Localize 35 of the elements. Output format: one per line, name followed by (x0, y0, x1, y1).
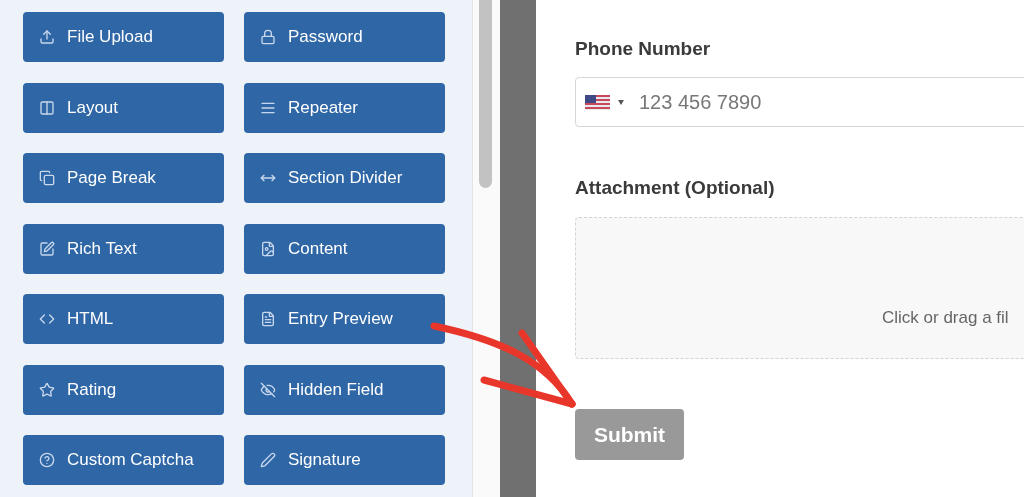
phone-input[interactable]: 123 456 7890 (639, 87, 939, 117)
field-button[interactable]: Rating (23, 364, 224, 415)
field-button[interactable]: Custom Captcha (23, 435, 224, 485)
pages-icon (39, 170, 55, 186)
caret-icon[interactable] (618, 99, 624, 105)
star-icon (39, 381, 55, 398)
columns-icon (39, 99, 55, 116)
code-icon (39, 311, 55, 327)
field-button[interactable]: Hidden Field (244, 364, 445, 415)
field-button[interactable]: Password (244, 12, 445, 62)
field-button[interactable]: Layout (23, 82, 224, 133)
field-button[interactable]: Content (244, 223, 445, 274)
phone-field[interactable]: 123 456 7890 (575, 77, 1024, 127)
field-button[interactable]: File Upload (23, 12, 224, 62)
field-label: Attachment (Optional) (575, 176, 776, 198)
question-icon (39, 452, 55, 468)
eye-slash-icon (260, 381, 276, 398)
document-icon (260, 311, 276, 327)
flag-icon (585, 94, 610, 110)
field-button[interactable]: HTML (23, 294, 224, 344)
scrollbar-thumb[interactable] (479, 0, 492, 188)
field-button[interactable]: Page Break (23, 153, 224, 203)
image-file-icon (260, 240, 276, 257)
file-drop-zone[interactable]: Click or drag a fil (575, 217, 1024, 359)
field-button[interactable]: Rich Text (23, 223, 224, 274)
upload-icon (39, 29, 55, 45)
field-button[interactable]: Repeater (244, 82, 445, 133)
field-button[interactable]: Signature (244, 435, 445, 485)
field-label: Phone Number (575, 37, 712, 59)
field-button[interactable]: Section Divider (244, 153, 445, 203)
drop-hint: Click or drag a fil (882, 306, 1009, 329)
pen-icon (260, 452, 276, 468)
edit-icon (39, 240, 55, 257)
field-button[interactable]: Entry Preview (244, 294, 445, 344)
lock-icon (260, 29, 276, 45)
